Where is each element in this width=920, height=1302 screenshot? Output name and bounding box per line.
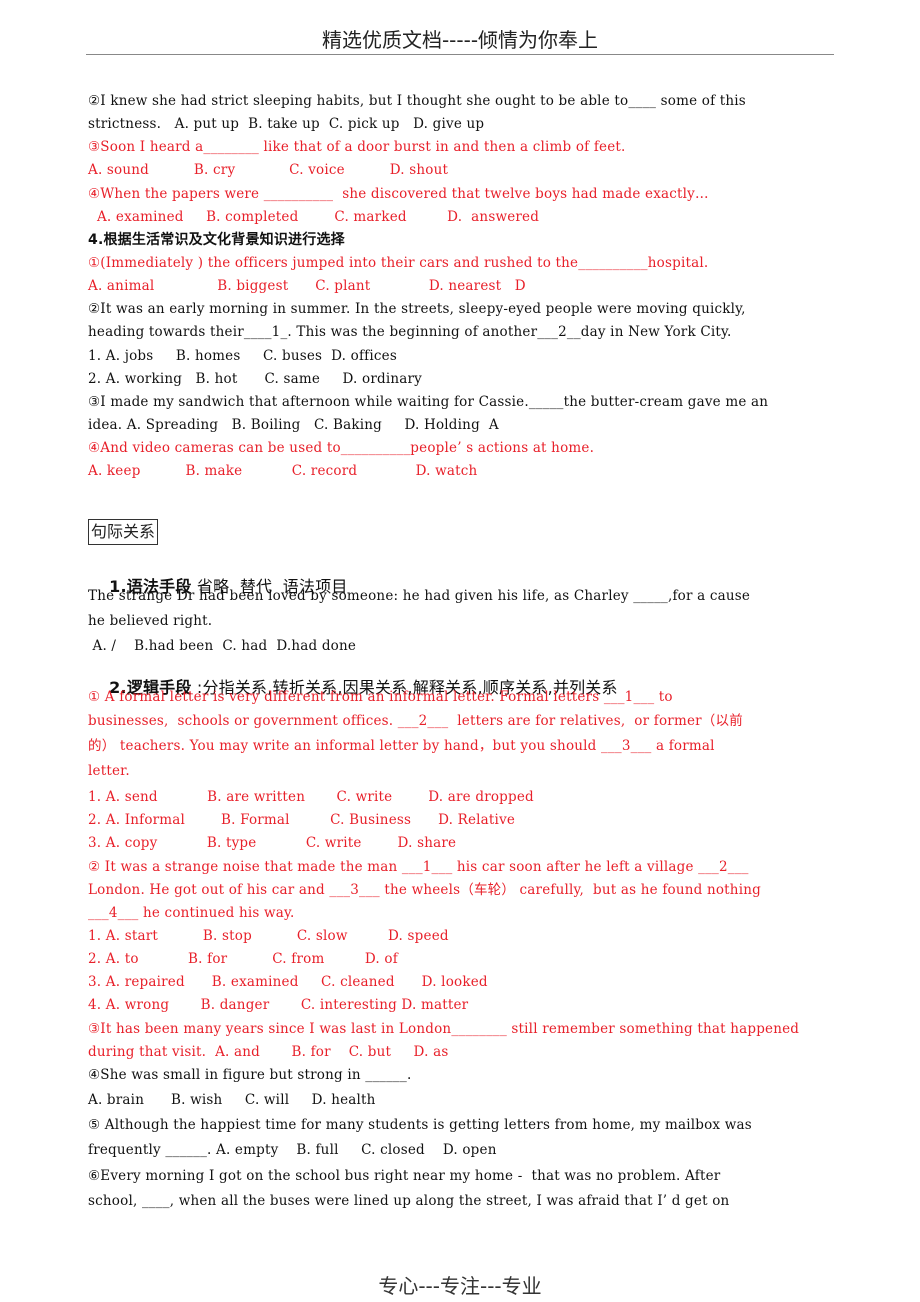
exercise-line: businesses, schools or government office… (88, 713, 743, 729)
exercise-line: letter. (88, 763, 130, 779)
exercise-line: ②It was an early morning in summer. In t… (88, 301, 746, 317)
header-divider (86, 54, 834, 55)
exercise-line: frequently ______. A. empty B. full C. c… (88, 1142, 497, 1158)
exercise-line: ①(Immediately ) the officers jumped into… (88, 255, 709, 271)
exercise-line: 2. A. to B. for C. from D. of (88, 951, 398, 967)
exercise-line: ⑤ Although the happiest time for many st… (88, 1117, 752, 1133)
document-page: 精选优质文档-----倾情为你奉上 ②I knew she had strict… (0, 0, 920, 1302)
exercise-line: A. brain B. wish C. will D. health (88, 1092, 376, 1108)
grammar-options: A. / B.had been C. had D.had done (88, 638, 357, 654)
exercise-line: ⑥Every morning I got on the school bus r… (88, 1168, 721, 1184)
exercise-line: A. keep B. make C. record D. watch (88, 463, 478, 479)
exercise-line: strictness. A. put up B. take up C. pick… (88, 116, 485, 132)
grammar-line: he believed right. (88, 613, 213, 629)
exercise-line: 的） teachers. You may write an informal l… (88, 738, 715, 754)
exercise-line: heading towards their____1_. This was th… (88, 324, 732, 340)
exercise-line: ④When the papers were __________ she dis… (88, 186, 709, 202)
exercise-line: ③I made my sandwich that afternoon while… (88, 394, 769, 410)
exercise-line: A. animal B. biggest C. plant D. nearest… (88, 278, 526, 294)
exercise-line: 4. A. wrong B. danger C. interesting D. … (88, 997, 469, 1013)
exercise-line: 3. A. repaired B. examined C. cleaned D.… (88, 974, 488, 990)
exercise-line: 1. A. start B. stop C. slow D. speed (88, 928, 449, 944)
page-footer-title: 专心---专注---专业 (378, 1274, 542, 1298)
exercise-line: 3. A. copy B. type C. write D. share (88, 835, 457, 851)
exercise-line: 1. A. jobs B. homes C. buses D. offices (88, 348, 397, 364)
exercise-line: idea. A. Spreading B. Boiling C. Baking … (88, 417, 499, 433)
exercise-line: 2. A. Informal B. Formal C. Business D. … (88, 812, 516, 828)
grammar-line: The strange Dr had been loved by someone… (88, 588, 751, 604)
exercise-line: ② It was a strange noise that made the m… (88, 859, 749, 875)
exercise-line: ① A formal letter is very different from… (88, 689, 673, 705)
exercise-line: ④And video cameras can be used to_______… (88, 440, 595, 456)
exercise-line: 1. A. send B. are written C. write D. ar… (88, 789, 534, 805)
exercise-line: ②I knew she had strict sleeping habits, … (88, 93, 746, 109)
section-box-label: 句际关系 (88, 519, 159, 545)
exercise-line: ___4___ he continued his way. (88, 905, 295, 921)
page-header-title: 精选优质文档-----倾情为你奉上 (321, 28, 599, 52)
exercise-line: 2. A. working B. hot C. same D. ordinary (88, 371, 422, 387)
exercise-line: A. examined B. completed C. marked D. an… (88, 209, 540, 225)
exercise-line: London. He got out of his car and ___3__… (88, 882, 761, 898)
exercise-line: ④She was small in figure but strong in _… (88, 1067, 412, 1083)
section-heading: 4.根据生活常识及文化背景知识进行选择 (88, 232, 345, 248)
exercise-line: ③It has been many years since I was last… (88, 1021, 800, 1037)
exercise-line: during that visit. A. and B. for C. but … (88, 1044, 449, 1060)
exercise-line: A. sound B. cry C. voice D. shout (88, 162, 449, 178)
exercise-line: ③Soon I heard a________ like that of a d… (88, 139, 626, 155)
exercise-line: school, ____, when all the buses were li… (88, 1193, 730, 1209)
